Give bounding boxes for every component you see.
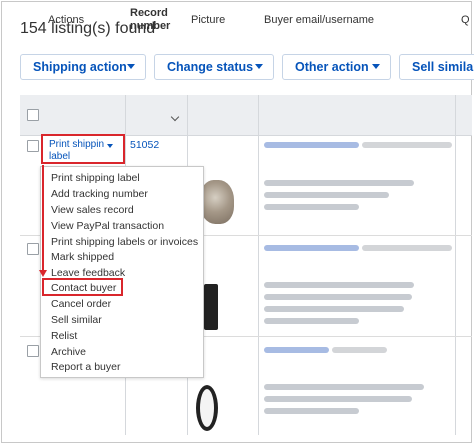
shipping-action-button[interactable]: Shipping action [20, 54, 146, 80]
change-status-button[interactable]: Change status [154, 54, 274, 80]
chevron-down-icon [372, 64, 380, 69]
row-checkbox[interactable] [27, 345, 39, 357]
column-divider [258, 95, 259, 435]
header-actions: Actions [48, 14, 85, 26]
print-shipping-label-text: Print shippin label [49, 139, 105, 162]
record-number-link[interactable]: 51052 [130, 139, 159, 151]
item-thumbnail[interactable] [200, 180, 234, 224]
other-action-label: Other action [295, 60, 369, 74]
print-shipping-label-button[interactable]: Print shippin label [41, 134, 125, 164]
other-action-button[interactable]: Other action [282, 54, 391, 80]
change-status-label: Change status [167, 60, 254, 74]
item-thumbnail[interactable] [196, 385, 218, 431]
sell-similar-button[interactable]: Sell similar [399, 54, 474, 80]
menu-item-print-labels-or-invoices[interactable]: Print shipping labels or invoices [51, 236, 198, 248]
item-thumbnail[interactable] [204, 284, 218, 330]
header-buyer: Buyer email/username [264, 14, 375, 26]
table-header [20, 95, 472, 136]
header-picture: Picture [191, 14, 226, 26]
column-divider [455, 95, 456, 435]
header-record-number[interactable]: Record number [130, 0, 174, 40]
shipping-action-label: Shipping action [33, 60, 127, 74]
chevron-down-icon [107, 144, 113, 148]
annotation-arrow-head [39, 270, 47, 277]
contact-buyer-highlight-box [42, 278, 123, 296]
menu-item-mark-shipped[interactable]: Mark shipped [51, 251, 114, 263]
menu-item-view-sales-record[interactable]: View sales record [51, 204, 134, 216]
menu-item-report-a-buyer[interactable]: Report a buyer [51, 361, 120, 373]
sell-similar-label: Sell similar [412, 60, 474, 74]
row-checkbox[interactable] [27, 140, 39, 152]
select-all-checkbox[interactable] [27, 109, 39, 121]
row-checkbox[interactable] [27, 243, 39, 255]
print-shipping-dropdown-menu: Print shipping label Add tracking number… [40, 166, 204, 378]
menu-item-archive[interactable]: Archive [51, 346, 86, 358]
chevron-down-icon [255, 64, 263, 69]
menu-item-sell-similar[interactable]: Sell similar [51, 314, 102, 326]
header-q: Q [461, 14, 470, 26]
annotation-arrow-line [42, 165, 44, 273]
menu-item-cancel-order[interactable]: Cancel order [51, 298, 111, 310]
menu-item-add-tracking-number[interactable]: Add tracking number [51, 188, 148, 200]
menu-item-print-shipping-label[interactable]: Print shipping label [51, 172, 140, 184]
chevron-down-icon [127, 64, 135, 69]
menu-item-view-paypal-transaction[interactable]: View PayPal transaction [51, 220, 164, 232]
menu-item-relist[interactable]: Relist [51, 330, 77, 342]
